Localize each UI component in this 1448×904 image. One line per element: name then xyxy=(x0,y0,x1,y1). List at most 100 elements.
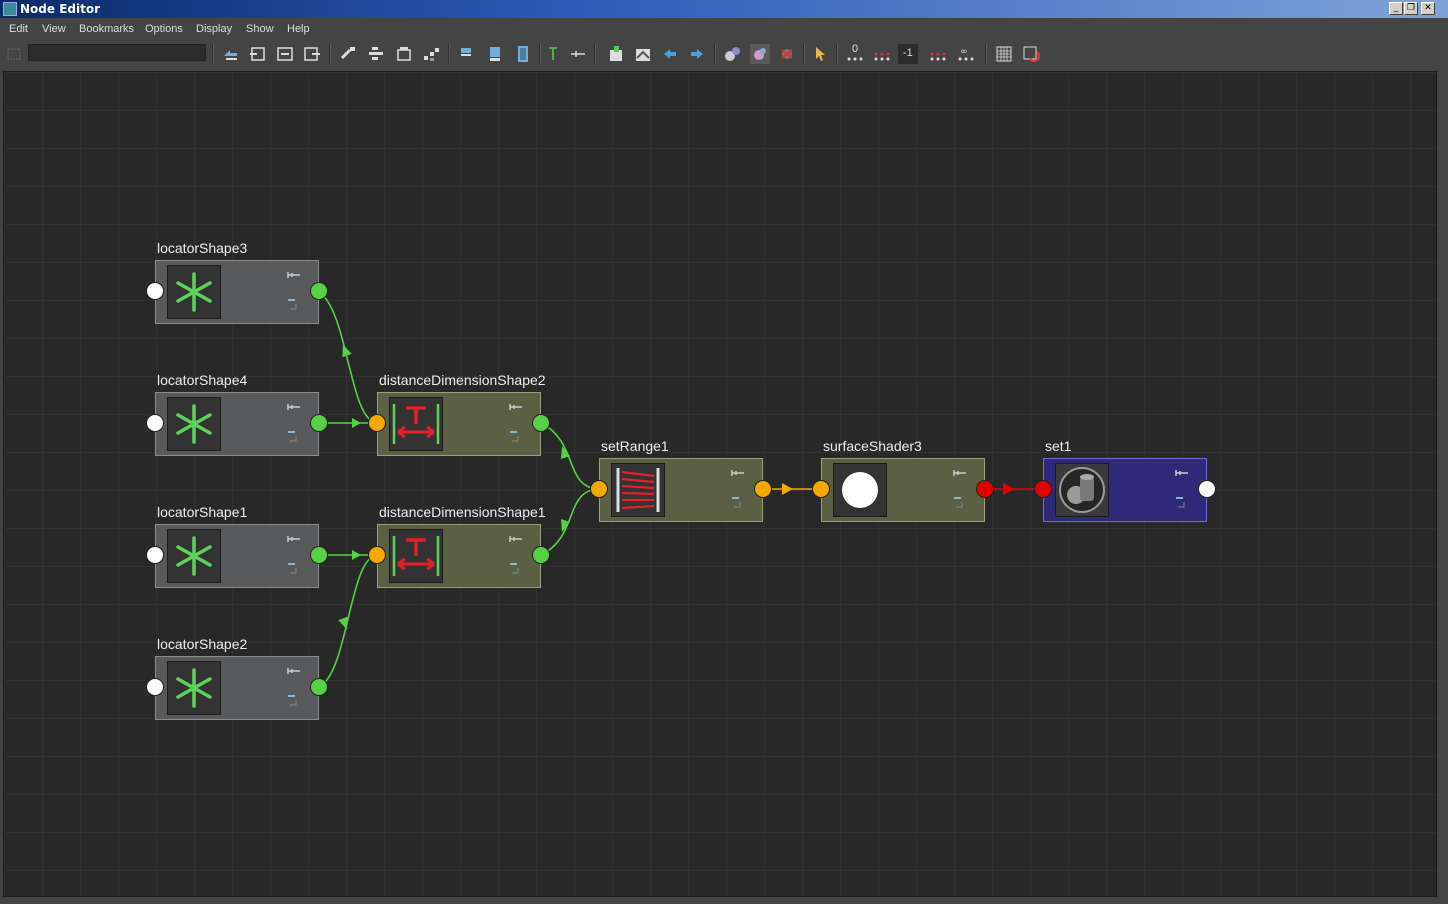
attribute-view-toggle-icon[interactable] xyxy=(287,560,301,574)
pin-toggle-icon[interactable] xyxy=(953,468,967,478)
attribute-view-toggle-icon[interactable] xyxy=(731,494,745,508)
pin-toggle-icon[interactable] xyxy=(731,468,745,478)
pin-toggle-icon[interactable] xyxy=(287,270,301,280)
node-body[interactable] xyxy=(821,458,985,522)
node-name-label: locatorShape1 xyxy=(157,504,248,520)
input-port[interactable] xyxy=(146,546,164,564)
pin-icon[interactable] xyxy=(543,44,563,64)
infinity-dots-icon[interactable]: ∞ xyxy=(956,44,976,64)
attribute-view-toggle-icon[interactable] xyxy=(287,692,301,706)
attribute-view-toggle-icon[interactable] xyxy=(287,428,301,442)
layout-nodes-icon[interactable] xyxy=(421,44,441,64)
connected-mode-icon[interactable] xyxy=(485,44,505,64)
graph-outputs-icon[interactable] xyxy=(275,44,295,64)
connection-locatorShape2-distanceDimensionShape1 xyxy=(318,554,379,688)
input-port[interactable] xyxy=(590,480,608,498)
graph-inputs-icon[interactable] xyxy=(248,44,268,64)
pin-toggle-icon[interactable] xyxy=(287,666,301,676)
connection-distanceDimensionShape1-setRange1 xyxy=(540,488,601,556)
shading-network-icon[interactable] xyxy=(722,44,742,64)
locator-asterisk-icon xyxy=(167,529,221,583)
menu-options[interactable]: Options xyxy=(145,21,183,37)
menu-show[interactable]: Show xyxy=(246,21,274,37)
output-port[interactable] xyxy=(532,414,550,432)
node-name-label: distanceDimensionShape2 xyxy=(379,372,546,388)
node-body[interactable] xyxy=(155,260,319,324)
attribute-view-toggle-icon[interactable] xyxy=(1175,494,1189,508)
simple-mode-icon[interactable] xyxy=(457,44,477,64)
menu-help[interactable]: Help xyxy=(287,21,310,37)
input-port[interactable] xyxy=(368,414,386,432)
toggle-swatch-icon[interactable] xyxy=(633,44,653,64)
output-port[interactable] xyxy=(310,414,328,432)
input-port[interactable] xyxy=(812,480,830,498)
forward-arrow-icon[interactable] xyxy=(687,44,707,64)
pin-toggle-icon[interactable] xyxy=(287,534,301,544)
restore-button[interactable]: ❐ xyxy=(1404,2,1418,15)
red-dots-icon[interactable] xyxy=(872,44,892,64)
output-port[interactable] xyxy=(310,282,328,300)
attribute-view-toggle-icon[interactable] xyxy=(509,560,523,574)
filter-icon[interactable] xyxy=(5,44,25,64)
interactive-select-icon[interactable] xyxy=(809,44,829,64)
node-body[interactable] xyxy=(155,392,319,456)
node-body[interactable] xyxy=(599,458,763,522)
shading-attributes-icon[interactable] xyxy=(750,44,770,64)
close-button[interactable]: ✕ xyxy=(1421,2,1435,15)
snap-to-grid-icon[interactable] xyxy=(1021,44,1041,64)
arrowhead-locatorShape1 xyxy=(352,550,361,560)
node-name-label: locatorShape3 xyxy=(157,240,248,256)
minimize-button[interactable]: _ xyxy=(1389,2,1403,15)
attribute-view-toggle-icon[interactable] xyxy=(953,494,967,508)
output-port[interactable] xyxy=(310,546,328,564)
red-dots-increase-icon[interactable] xyxy=(928,44,948,64)
pin-toggle-icon[interactable] xyxy=(287,402,301,412)
output-port[interactable] xyxy=(310,678,328,696)
node-body[interactable] xyxy=(377,392,541,456)
node-graph-canvas[interactable]: locatorShape3 locatorShape4 locatorShape… xyxy=(3,71,1437,897)
menu-edit[interactable]: Edit xyxy=(9,21,28,37)
input-port[interactable] xyxy=(146,414,164,432)
remove-shading-icon[interactable] xyxy=(777,44,797,64)
input-port[interactable] xyxy=(146,678,164,696)
toolbar-label-zero: 0 xyxy=(852,43,859,55)
node-editor-app-icon xyxy=(3,2,17,16)
node-name-label: locatorShape4 xyxy=(157,372,248,388)
menu-view[interactable]: View xyxy=(42,21,66,37)
node-body[interactable] xyxy=(155,524,319,588)
input-port[interactable] xyxy=(368,546,386,564)
menu-display[interactable]: Display xyxy=(196,21,232,37)
output-port[interactable] xyxy=(754,480,772,498)
input-port[interactable] xyxy=(146,282,164,300)
output-port[interactable] xyxy=(532,546,550,564)
output-port[interactable] xyxy=(976,480,994,498)
node-body[interactable] xyxy=(1043,458,1207,522)
back-arrow-icon[interactable] xyxy=(660,44,680,64)
arrowhead-locatorShape3 xyxy=(342,344,352,358)
node-name-label: set1 xyxy=(1045,438,1072,454)
attribute-view-toggle-icon[interactable] xyxy=(509,428,523,442)
node-name-label: surfaceShader3 xyxy=(823,438,922,454)
output-port[interactable] xyxy=(1198,480,1216,498)
menu-bookmarks[interactable]: Bookmarks xyxy=(79,21,134,37)
pin-toggle-icon[interactable] xyxy=(509,534,523,544)
search-filter-input[interactable] xyxy=(28,44,206,61)
input-port[interactable] xyxy=(1034,480,1052,498)
grid-toggle-icon[interactable] xyxy=(994,44,1014,64)
add-selected-icon[interactable] xyxy=(338,44,358,64)
node-body[interactable] xyxy=(377,524,541,588)
full-mode-icon[interactable] xyxy=(513,44,533,64)
connection-distanceDimensionShape2-setRange1 xyxy=(540,422,601,490)
unpin-icon[interactable] xyxy=(568,44,588,64)
node-name-label: setRange1 xyxy=(601,438,669,454)
remove-selected-icon[interactable] xyxy=(366,44,386,64)
node-body[interactable] xyxy=(155,656,319,720)
bottom-edge xyxy=(0,897,1448,904)
attribute-view-toggle-icon[interactable] xyxy=(287,296,301,310)
clear-graph-icon[interactable] xyxy=(302,44,322,64)
graph-input-output-icon[interactable] xyxy=(221,44,241,64)
graph-remove-unselected-icon[interactable] xyxy=(394,44,414,64)
pin-toggle-icon[interactable] xyxy=(1175,468,1189,478)
add-node-icon[interactable] xyxy=(606,44,626,64)
pin-toggle-icon[interactable] xyxy=(509,402,523,412)
